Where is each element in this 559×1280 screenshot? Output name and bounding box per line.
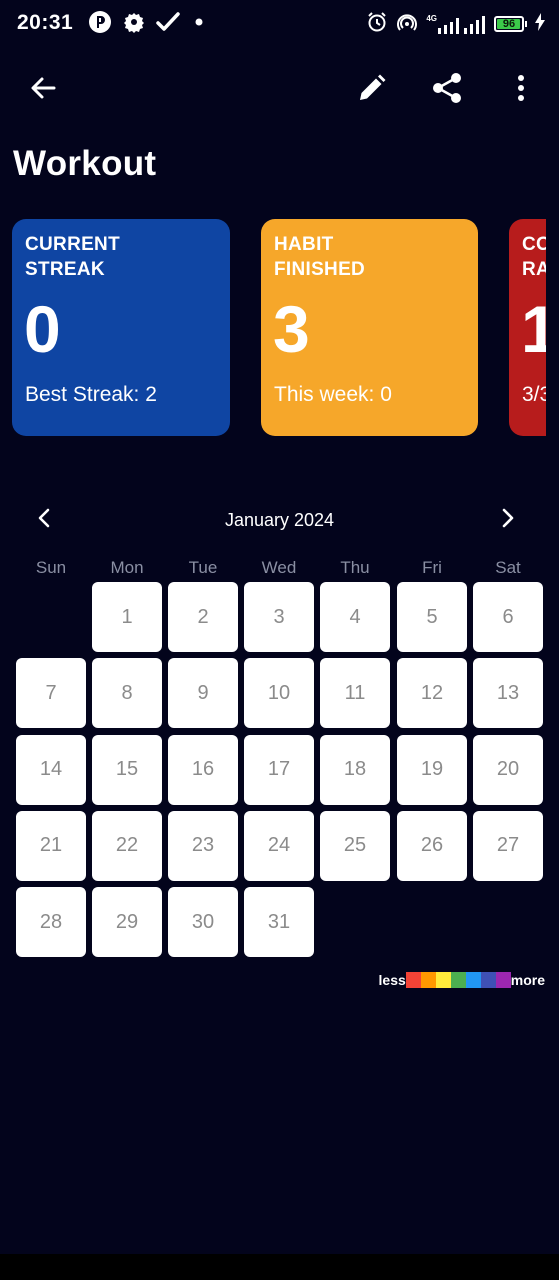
status-right-icons: 4G 96 [366, 10, 545, 38]
card-label-line2: FINISHED [274, 259, 366, 280]
calendar-day[interactable]: 12 [397, 658, 467, 729]
weekday-sat: Sat [495, 558, 521, 577]
card-label-line2: STREAK [25, 259, 105, 280]
calendar-day[interactable]: 17 [244, 734, 314, 805]
calendar-day[interactable]: 28 [16, 887, 86, 958]
charging-icon [535, 12, 545, 36]
weekday-sun: Sun [35, 558, 67, 577]
calendar-day[interactable]: 29 [92, 887, 162, 958]
card-value: 0 [24, 292, 61, 366]
calendar-day[interactable]: 26 [397, 810, 467, 881]
alarm-icon [366, 11, 388, 38]
card-value: 3 [273, 292, 310, 366]
next-month-button[interactable] [488, 500, 528, 540]
legend-swatch [450, 972, 466, 988]
habit-finished-card: HABIT FINISHED 3 This week: 0 [261, 219, 478, 436]
calendar-day[interactable]: 27 [473, 810, 543, 881]
legend-swatch [465, 972, 481, 988]
calendar-day[interactable]: 25 [320, 810, 390, 881]
calendar-day[interactable]: 7 [16, 658, 86, 729]
page-title: Workout [13, 144, 157, 183]
weekday-mon: Mon [110, 558, 144, 577]
hotspot-icon [396, 11, 418, 38]
calendar-day[interactable]: 9 [168, 658, 238, 729]
calendar-day[interactable]: 24 [244, 810, 314, 881]
dot-icon [192, 15, 206, 34]
status-bar: 20:31 4G 96 [0, 0, 559, 48]
calendar-day[interactable]: 21 [16, 810, 86, 881]
back-button[interactable] [21, 68, 65, 112]
calendar-day[interactable]: 4 [320, 582, 390, 652]
card-label: CO RA [522, 232, 546, 282]
calendar-day[interactable]: 19 [397, 734, 467, 805]
legend-swatch [495, 972, 511, 988]
system-navigation-bar [0, 1254, 559, 1280]
card-label: HABIT FINISHED [274, 232, 365, 282]
profile-badge-icon [88, 10, 112, 39]
battery-icon: 96 [494, 16, 524, 32]
calendar-day[interactable]: 10 [244, 658, 314, 729]
battery-tip [525, 21, 527, 27]
back-arrow-icon [29, 74, 57, 107]
share-button[interactable] [425, 68, 469, 112]
calendar-day[interactable]: 15 [92, 734, 162, 805]
gear-icon [122, 10, 146, 39]
calendar-day[interactable]: 22 [92, 810, 162, 881]
edit-button[interactable] [350, 68, 394, 112]
card-label-line1: CO [522, 234, 546, 255]
card-subtitle: This week: 0 [274, 383, 392, 406]
card-label-line1: CURRENT [25, 234, 120, 255]
share-icon [431, 72, 463, 109]
calendar-day[interactable]: 1 [92, 582, 162, 652]
card-label: CURRENT STREAK [25, 232, 120, 282]
legend-swatch [420, 972, 436, 988]
calendar-day[interactable]: 2 [168, 582, 238, 652]
weekday-wed: Wed [261, 558, 297, 577]
status-left-icons [88, 10, 206, 38]
calendar-day[interactable]: 30 [168, 887, 238, 958]
weekday-fri: Fri [422, 558, 442, 577]
pencil-icon [357, 73, 387, 108]
weekday-tue: Tue [188, 558, 218, 577]
card-subtitle: Best Streak: 2 [25, 383, 157, 406]
calendar-day[interactable]: 5 [397, 582, 467, 652]
calendar-day[interactable]: 8 [92, 658, 162, 729]
card-subtitle: 3/3 [522, 383, 546, 406]
calendar-day[interactable]: 6 [473, 582, 543, 652]
card-value: 1 [521, 292, 546, 366]
more-vert-icon [516, 74, 526, 107]
current-streak-card: CURRENT STREAK 0 Best Streak: 2 [12, 219, 230, 436]
network-type: 4G [426, 14, 437, 23]
intensity-legend: less more [379, 972, 545, 988]
status-time: 20:31 [17, 11, 74, 34]
legend-swatch [405, 972, 421, 988]
calendar-day[interactable]: 18 [320, 734, 390, 805]
legend-less-label: less [378, 972, 406, 988]
calendar-day[interactable]: 16 [168, 734, 238, 805]
legend-swatches [405, 972, 511, 988]
calendar-day[interactable]: 20 [473, 734, 543, 805]
double-check-icon [156, 11, 182, 38]
more-options-button[interactable] [499, 68, 543, 112]
card-label-line2: RA [522, 259, 546, 280]
calendar-day[interactable]: 14 [16, 734, 86, 805]
card-label-line1: HABIT [274, 234, 334, 255]
calendar-day[interactable]: 3 [244, 582, 314, 652]
chevron-right-icon [501, 508, 515, 533]
calendar-day[interactable]: 23 [168, 810, 238, 881]
calendar-month-title: January 2024 [224, 510, 335, 530]
signal-icon: 4G [426, 14, 486, 34]
legend-swatch [435, 972, 451, 988]
legend-more-label: more [510, 972, 545, 988]
weekday-thu: Thu [340, 558, 370, 577]
calendar-day[interactable]: 31 [244, 887, 314, 958]
calendar-day[interactable]: 11 [320, 658, 390, 729]
legend-swatch [480, 972, 496, 988]
calendar-day[interactable]: 13 [473, 658, 543, 729]
battery-percent: 96 [502, 18, 516, 30]
completion-rate-card: CO RA 1 3/3 [509, 219, 546, 436]
